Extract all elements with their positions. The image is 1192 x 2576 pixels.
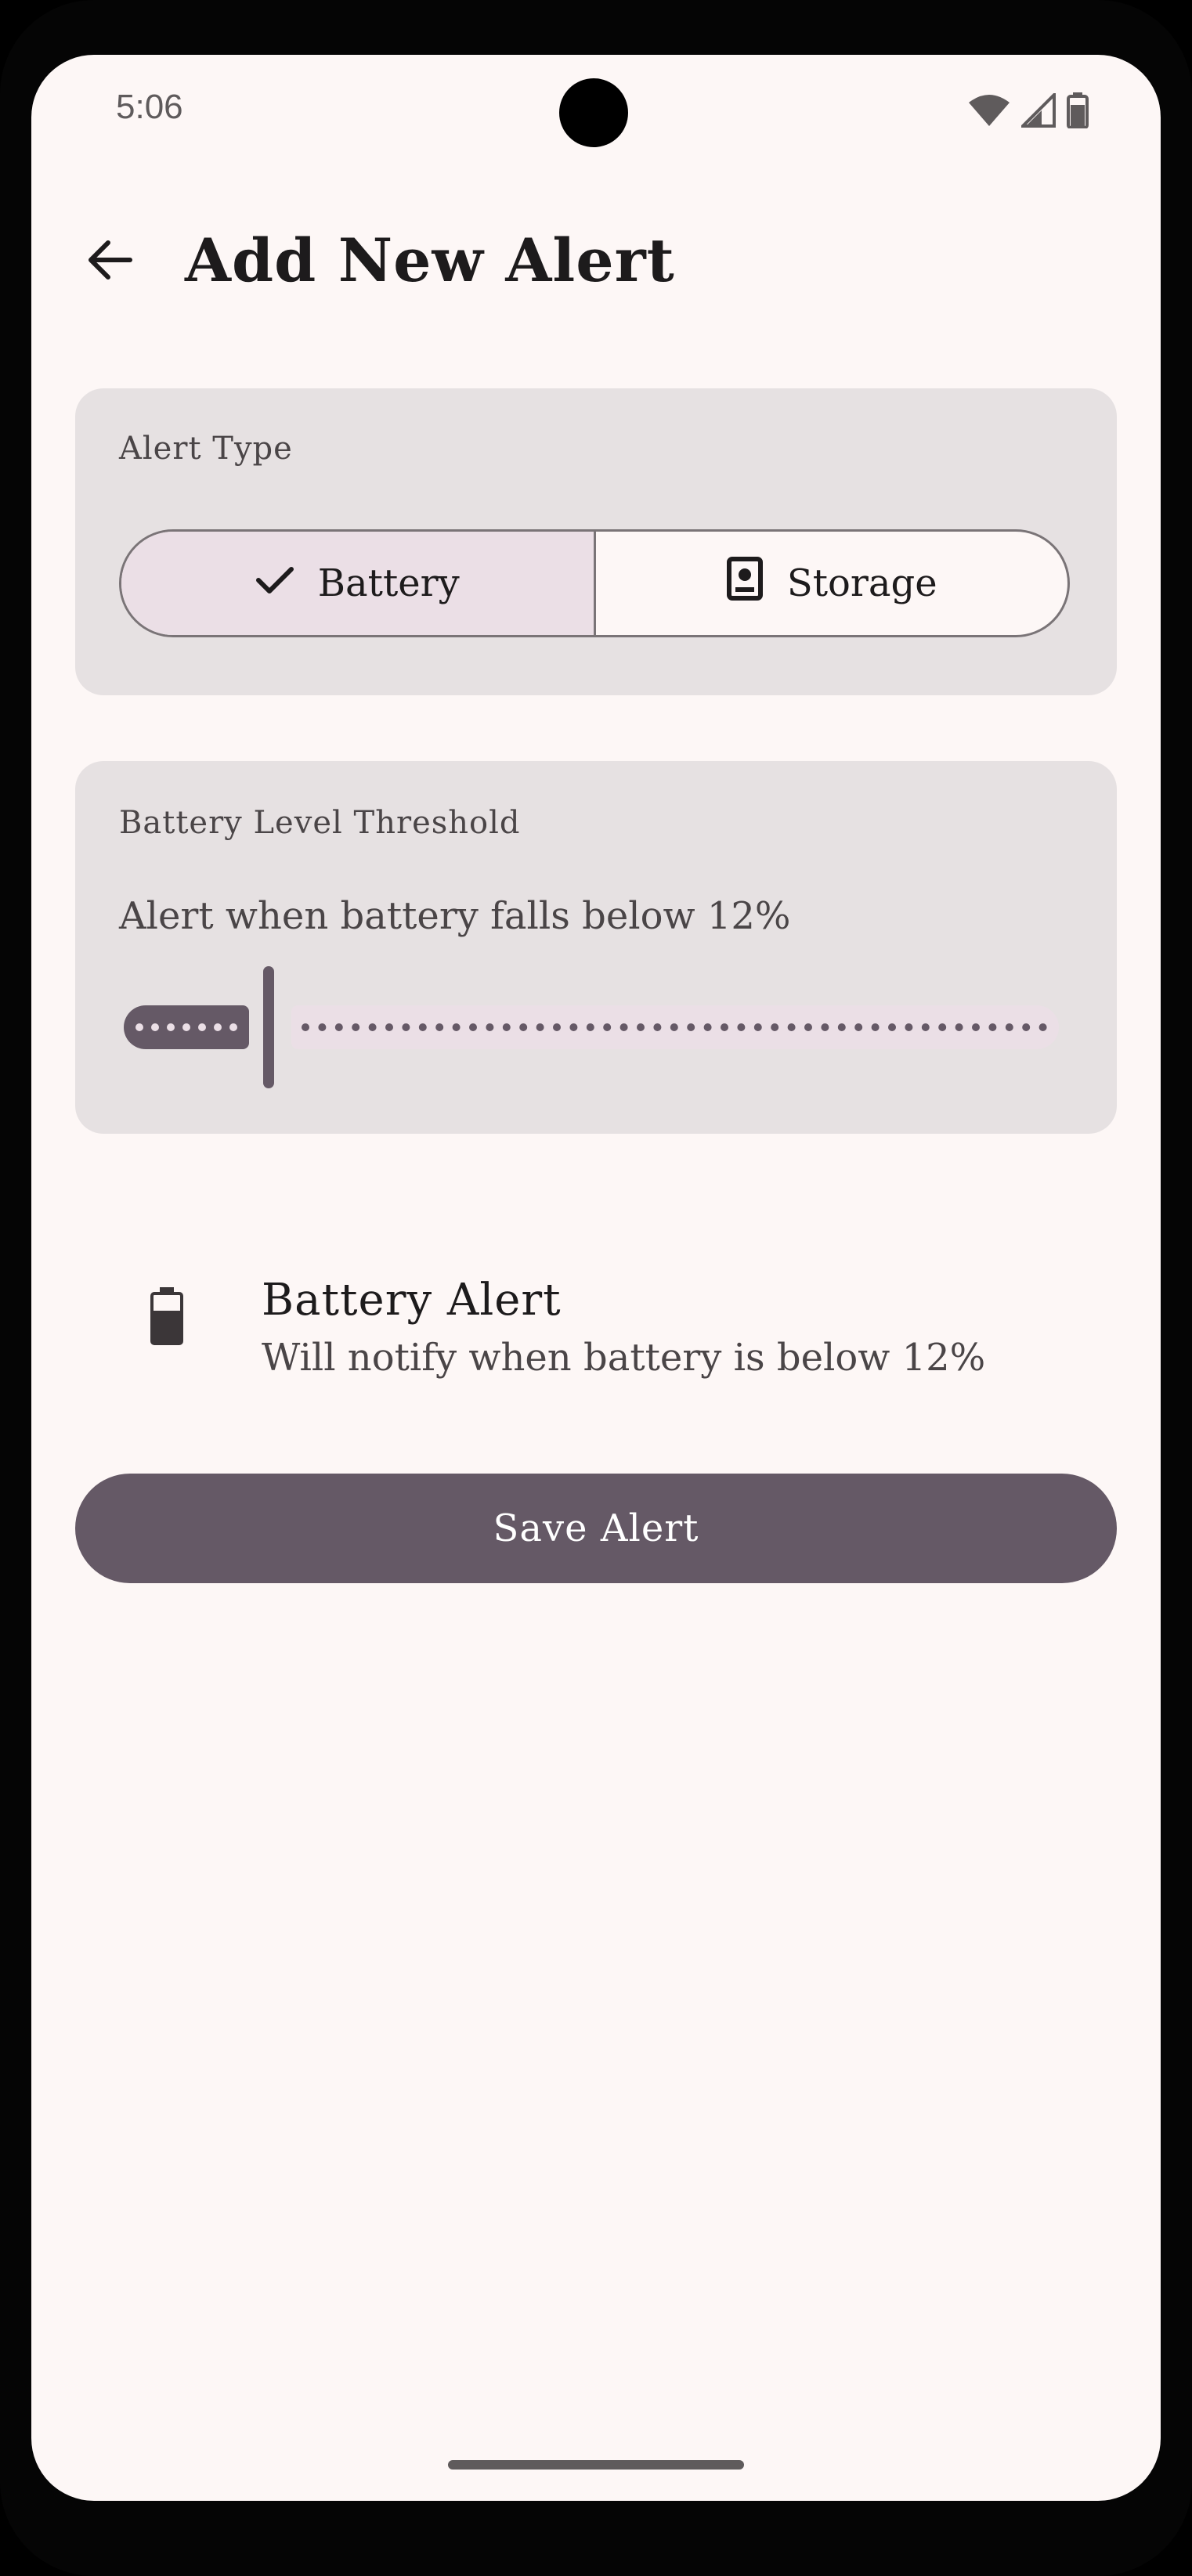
- camera-cutout: [559, 78, 628, 147]
- slider-tick-dot: [167, 1023, 175, 1031]
- slider-tick-dot: [334, 1023, 343, 1031]
- slider-tick-dot: [687, 1023, 695, 1031]
- slider-tick-dot: [670, 1023, 678, 1031]
- slider-tick-dot: [837, 1023, 846, 1031]
- slider-tick-dot: [418, 1023, 427, 1031]
- slider-tick-dot: [586, 1023, 594, 1031]
- back-button[interactable]: [78, 230, 141, 293]
- slider-tick-dot: [302, 1023, 309, 1031]
- slider-tick-dot: [182, 1023, 190, 1031]
- slider-tick-dot: [603, 1023, 612, 1031]
- slider-tick-dot: [151, 1023, 159, 1031]
- slider-tick-dot: [888, 1023, 896, 1031]
- slider-tick-dot: [469, 1023, 477, 1031]
- segment-storage[interactable]: Storage: [593, 532, 1068, 635]
- slider-tick-dot: [1022, 1023, 1031, 1031]
- slider-tick-dot: [721, 1023, 728, 1031]
- slider-tick-dot: [938, 1023, 947, 1031]
- slider-tick-dot: [1005, 1023, 1013, 1031]
- save-alert-button[interactable]: Save Alert: [75, 1474, 1117, 1583]
- slider-tick-dot: [619, 1023, 628, 1031]
- screen: 5:06 Add New Alert Alert Type Battery St…: [31, 55, 1161, 2501]
- slider-tick-dot: [703, 1023, 712, 1031]
- slider-tick-dot: [988, 1023, 997, 1031]
- threshold-card: Battery Level Threshold Alert when batte…: [75, 761, 1117, 1134]
- threshold-label: Battery Level Threshold: [119, 805, 521, 841]
- segment-battery-label: Battery: [317, 561, 460, 605]
- slider-tick-dot: [536, 1023, 544, 1031]
- slider-tick-dot: [737, 1023, 746, 1031]
- slider-tick-dot: [318, 1023, 327, 1031]
- page-title: Add New Alert: [185, 225, 675, 295]
- slider-tick-dot: [214, 1023, 222, 1031]
- slider-tick-dot: [871, 1023, 880, 1031]
- status-time: 5:06: [116, 88, 183, 126]
- slider-tick-dot: [229, 1023, 237, 1031]
- cellular-signal-icon: [1019, 91, 1056, 131]
- slider-tick-dot: [519, 1023, 528, 1031]
- slider-tick-marks: [135, 1023, 1047, 1031]
- slider-tick-dot: [821, 1023, 829, 1031]
- slider-tick-dot: [771, 1023, 779, 1031]
- slider-tick-dot: [385, 1023, 393, 1031]
- slider-tick-dot: [452, 1023, 461, 1031]
- status-bar: 5:06: [31, 55, 1161, 164]
- segment-battery[interactable]: Battery: [121, 532, 594, 635]
- slider-tick-dot: [921, 1023, 930, 1031]
- wifi-icon: [968, 93, 1010, 131]
- summary-title: Battery Alert: [262, 1275, 562, 1326]
- home-indicator[interactable]: [448, 2460, 744, 2470]
- slider-tick-dot: [198, 1023, 206, 1031]
- slider-tick-dot: [637, 1023, 645, 1031]
- arrow-back-icon: [85, 235, 135, 288]
- slider-tick-dot: [955, 1023, 963, 1031]
- battery-status-icon: [1067, 92, 1089, 132]
- slider-tick-dot: [402, 1023, 410, 1031]
- summary-subtitle: Will notify when battery is below 12%: [262, 1336, 986, 1380]
- segment-storage-label: Storage: [786, 561, 937, 605]
- slider-tick-dot: [753, 1023, 762, 1031]
- app-bar: Add New Alert: [31, 211, 1161, 313]
- slider-tick-dot: [569, 1023, 578, 1031]
- slider-tick-dot: [1038, 1023, 1047, 1031]
- storage-icon: [726, 556, 764, 611]
- slider-tick-dot: [368, 1023, 377, 1031]
- threshold-slider[interactable]: [119, 966, 1059, 1091]
- battery-icon: [150, 1287, 183, 1348]
- slider-tick-dot: [972, 1023, 980, 1031]
- alert-type-label: Alert Type: [119, 431, 293, 467]
- threshold-description: Alert when battery falls below 12%: [119, 894, 791, 938]
- check-icon: [255, 561, 294, 605]
- alert-type-segmented-control: Battery Storage: [119, 529, 1070, 637]
- slider-tick-dot: [486, 1023, 494, 1031]
- status-icons: [968, 91, 1089, 132]
- slider-tick-dot: [135, 1023, 143, 1031]
- slider-tick-dot: [352, 1023, 360, 1031]
- slider-tick-dot: [653, 1023, 662, 1031]
- slider-tick-dot: [553, 1023, 561, 1031]
- alert-summary: Battery Alert Will notify when battery i…: [75, 1245, 1117, 1402]
- slider-tick-dot: [905, 1023, 913, 1031]
- alert-type-card: Alert Type Battery Storage: [75, 388, 1117, 695]
- slider-tick-dot: [854, 1023, 863, 1031]
- slider-tick-dot: [804, 1023, 812, 1031]
- slider-tick-dot: [502, 1023, 511, 1031]
- slider-tick-dot: [435, 1023, 444, 1031]
- slider-tick-dot: [787, 1023, 796, 1031]
- device-frame: 5:06 Add New Alert Alert Type Battery St…: [0, 0, 1192, 2576]
